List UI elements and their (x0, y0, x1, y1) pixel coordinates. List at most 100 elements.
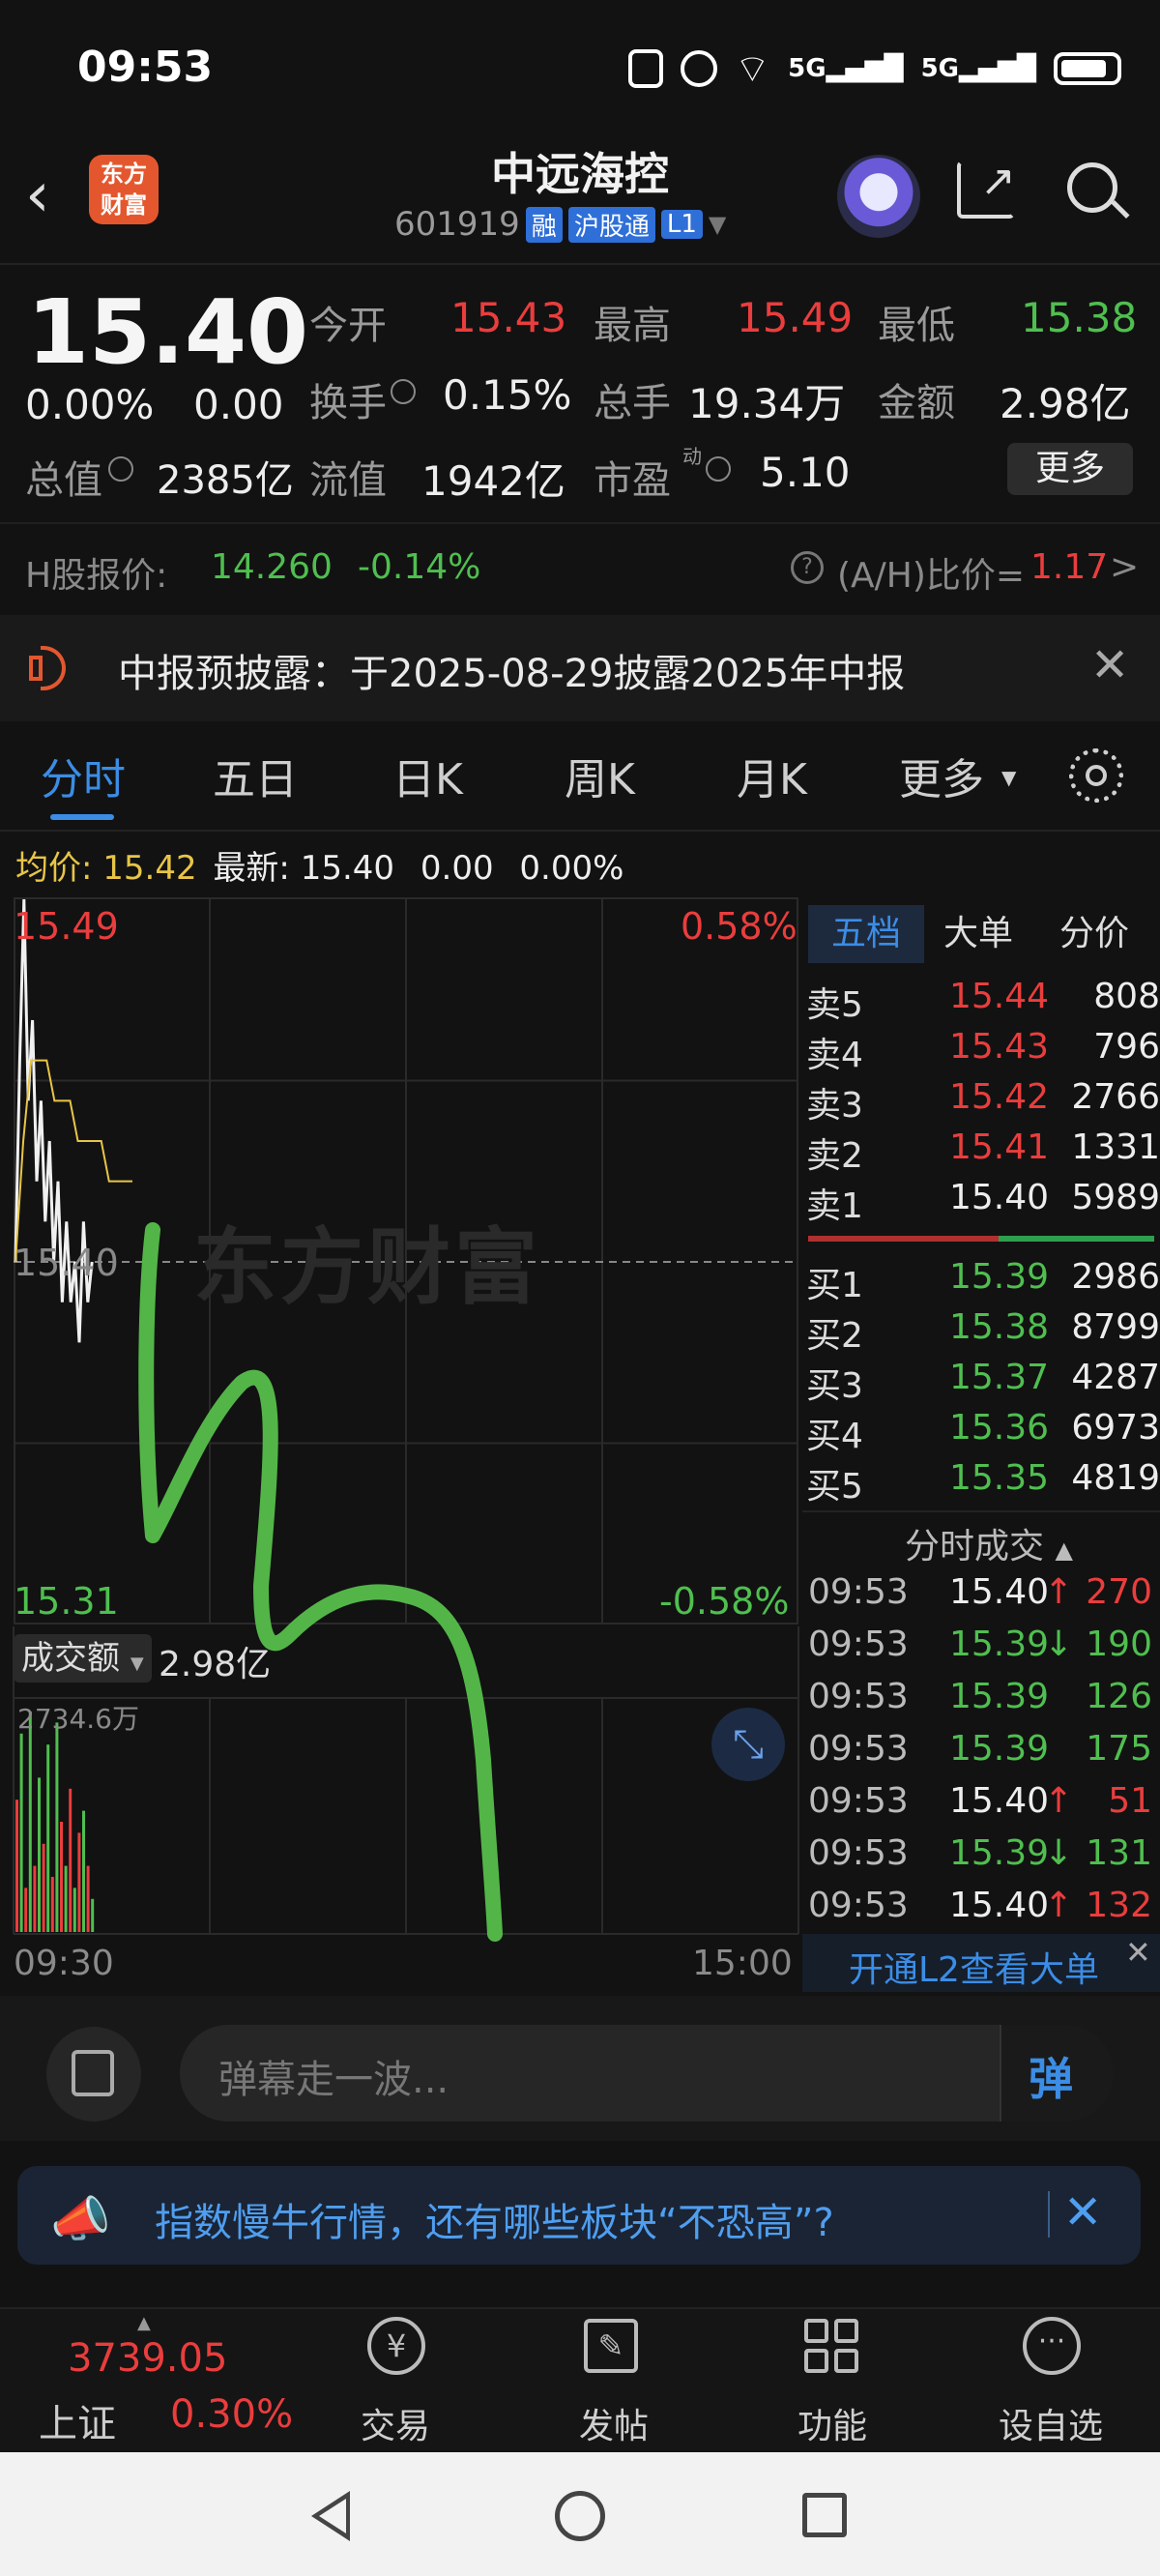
trade-row: 09:53 15.39 126 (806, 1677, 1160, 1729)
bid-volume: 2986 (1071, 1257, 1160, 1297)
pct-bottom-label: -0.58% (659, 1580, 790, 1623)
trade-time: 09:53 (808, 1886, 909, 1925)
trade-time: 09:53 (808, 1625, 909, 1664)
volume-bar (64, 1865, 68, 1932)
bid-volume: 4287 (1071, 1358, 1160, 1397)
pct-top-label: 0.58% (681, 905, 798, 948)
volume-bar (82, 1810, 85, 1932)
bid-price: 15.35 (949, 1458, 1050, 1498)
ask-row[interactable]: 卖3 15.42 2766 (806, 1077, 1160, 1127)
trades-header[interactable]: 分时成交 ▲ (905, 1518, 1073, 1568)
trade-volume: 175 (1086, 1729, 1152, 1769)
close-icon[interactable]: ✕ (1063, 2185, 1102, 2239)
home-circle-icon[interactable] (555, 2491, 605, 2541)
orderbook-tabs: 五档 大单 分价 (802, 901, 1160, 973)
ask-volume: 1331 (1071, 1127, 1160, 1167)
trade-row: 09:53 15.40 ↑ 270 (806, 1572, 1160, 1625)
volume-bar (55, 1722, 59, 1932)
volume-max: 2734.6万 (17, 1703, 139, 1735)
index-name[interactable]: 上证 (39, 2392, 116, 2448)
nav-watchlist[interactable]: 设自选 (978, 2398, 1123, 2448)
ask-label: 卖5 (806, 985, 863, 1025)
expand-icon[interactable]: ⤡ (711, 1708, 785, 1781)
ask-volume: 796 (1093, 1027, 1160, 1067)
danmu-button[interactable]: 弹 (1000, 2025, 1114, 2122)
trade-volume: 51 (1108, 1781, 1152, 1821)
volume-bar (42, 1843, 45, 1932)
volume-bar (15, 1800, 18, 1932)
ask-row[interactable]: 卖5 15.44 808 (806, 977, 1160, 1027)
danmu-settings-icon[interactable] (46, 2027, 141, 2122)
ask-label: 卖4 (806, 1036, 863, 1075)
trade-time: 09:53 (808, 1677, 909, 1716)
tab-price-distribution[interactable]: 分价 (1059, 905, 1129, 963)
nav-functions[interactable]: 功能 (760, 2398, 905, 2448)
bid-volume: 6973 (1071, 1408, 1160, 1448)
bid-row[interactable]: 买5 15.35 4819 (806, 1458, 1160, 1508)
volume-bar (72, 1888, 76, 1932)
trade-icon: ¥ (367, 2317, 425, 2375)
ask-label: 卖3 (806, 1086, 863, 1126)
trade-row: 09:53 15.39 ↓ 190 (806, 1625, 1160, 1677)
volume-bar (60, 1822, 63, 1932)
volume-value: 2.98亿 (159, 1645, 272, 1684)
recents-square-icon[interactable] (802, 2493, 847, 2537)
ask-label: 卖1 (806, 1186, 863, 1226)
volume-bar (33, 1865, 37, 1932)
trade-direction: ↑ (1044, 1886, 1074, 1925)
bid-label: 买4 (806, 1417, 863, 1456)
ask-price: 15.42 (949, 1077, 1050, 1117)
trade-row: 09:53 15.39 175 (806, 1729, 1160, 1781)
trade-volume: 270 (1086, 1572, 1152, 1612)
bid-row[interactable]: 买4 15.36 6973 (806, 1408, 1160, 1458)
volume-bar (69, 1788, 72, 1932)
trade-time: 09:53 (808, 1833, 909, 1873)
trade-row: 09:53 15.40 ↑ 51 (806, 1781, 1160, 1833)
trade-volume: 190 (1086, 1625, 1152, 1664)
bid-price: 15.39 (949, 1257, 1050, 1297)
divider (1048, 2191, 1050, 2238)
volume-label: 成交额 (21, 1639, 120, 1678)
l2-link[interactable]: 开通L2查看大单 (849, 1942, 1099, 1992)
trade-time: 09:53 (808, 1572, 909, 1612)
bid-volume: 8799 (1071, 1307, 1160, 1347)
grid-icon (804, 2319, 858, 2373)
caret-up-icon: ▲ (137, 2313, 151, 2333)
post-icon: ✎ (584, 2319, 638, 2373)
trade-price: 15.39 (949, 1833, 1050, 1873)
orderbook-split-bar (808, 1236, 1154, 1242)
volume-selector[interactable]: 成交额 ▼ (14, 1634, 152, 1683)
ask-price: 15.41 (949, 1127, 1050, 1167)
nav-post[interactable]: 发帖 (541, 2398, 686, 2448)
nav-trade[interactable]: 交易 (323, 2398, 468, 2448)
ask-row[interactable]: 卖1 15.40 5989 (806, 1178, 1160, 1228)
trade-price: 15.39 (949, 1625, 1050, 1664)
megaphone-icon: 📣 (50, 2191, 111, 2247)
trade-price: 15.40 (949, 1781, 1050, 1821)
tab-big-orders[interactable]: 大单 (943, 905, 1013, 963)
bid-row[interactable]: 买2 15.38 8799 (806, 1307, 1160, 1358)
trade-time: 09:53 (808, 1729, 909, 1769)
volume-bar (19, 1733, 23, 1932)
close-icon[interactable]: ✕ (1125, 1934, 1151, 1971)
promo-text: 指数慢牛行情，还有哪些板块“不恐高”? (155, 2201, 834, 2245)
ask-row[interactable]: 卖2 15.41 1331 (806, 1127, 1160, 1178)
trade-direction: ↓ (1044, 1833, 1074, 1873)
bid-label: 买2 (806, 1316, 863, 1356)
volume-bar (91, 1898, 95, 1932)
trade-direction: ↑ (1044, 1781, 1074, 1821)
bid-row[interactable]: 买3 15.37 4287 (806, 1358, 1160, 1408)
tab-five-levels[interactable]: 五档 (808, 905, 924, 963)
caret-up-icon: ▲ (1055, 1537, 1073, 1564)
index-value[interactable]: 3739.05 (68, 2336, 227, 2381)
y-bottom-label: 15.31 (14, 1580, 119, 1623)
bid-volume: 4819 (1071, 1458, 1160, 1498)
ask-row[interactable]: 卖4 15.43 796 (806, 1027, 1160, 1077)
trade-time: 09:53 (808, 1781, 909, 1821)
bid-price: 15.38 (949, 1307, 1050, 1347)
index-change[interactable]: 0.30% (170, 2392, 293, 2437)
volume-bar (50, 1877, 54, 1932)
ask-price: 15.44 (949, 977, 1050, 1016)
bid-row[interactable]: 买1 15.39 2986 (806, 1257, 1160, 1307)
trade-price: 15.39 (949, 1729, 1050, 1769)
